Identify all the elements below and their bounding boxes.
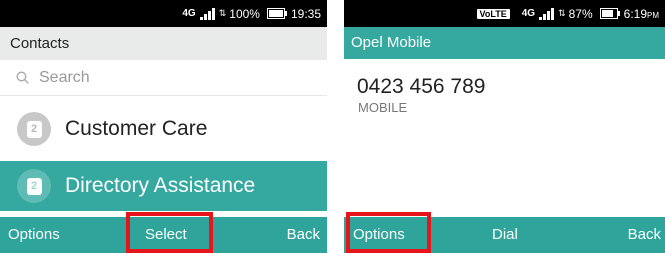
contact-title: Opel Mobile — [344, 27, 665, 59]
data-arrows-icon: ⇅ — [218, 8, 226, 18]
contacts-screen: 4G ⇅ 100% 19:35 Contacts Search 2 Custom… — [0, 0, 327, 253]
options-softkey[interactable]: Options — [8, 217, 60, 253]
contact-item-directory-assistance[interactable]: 2 Directory Assistance — [0, 161, 327, 211]
back-softkey[interactable]: Back — [287, 217, 320, 253]
softkey-bar: Options Dial Back — [344, 217, 665, 253]
search-icon — [16, 71, 29, 84]
battery-icon — [599, 8, 620, 19]
clock-ampm: PM — [647, 10, 659, 20]
battery-percent: 100% — [229, 6, 260, 21]
dial-softkey[interactable]: Dial — [492, 217, 518, 253]
phone-number[interactable]: 0423 456 789 — [357, 75, 485, 99]
number-type-label: MOBILE — [358, 100, 408, 115]
contact-avatar: 2 — [17, 169, 51, 203]
contact-avatar: 2 — [17, 112, 51, 146]
data-arrows-icon: ⇅ — [558, 8, 565, 18]
battery-percent: 87% — [568, 6, 593, 21]
contact-name: Directory Assistance — [65, 174, 256, 197]
status-bar: VoLTE 4G ⇅ 87% 6:19PM — [344, 0, 665, 27]
search-placeholder: Search — [39, 68, 90, 86]
clock: 19:35 — [290, 6, 321, 21]
sim-2-icon: 2 — [26, 120, 42, 138]
sim-2-icon: 2 — [26, 177, 42, 195]
signal-icon — [199, 7, 215, 20]
volte-badge: VoLTE — [476, 8, 510, 19]
network-type: 4G — [521, 8, 536, 19]
network-type: 4G — [182, 8, 196, 19]
contact-item-customer-care[interactable]: 2 Customer Care — [0, 104, 327, 154]
status-bar: 4G ⇅ 100% 19:35 — [0, 0, 327, 27]
signal-icon — [539, 7, 555, 20]
back-softkey[interactable]: Back — [628, 217, 661, 253]
contact-name: Customer Care — [65, 117, 208, 140]
clock: 6:19 — [623, 6, 647, 21]
select-softkey[interactable]: Select — [145, 217, 187, 253]
contact-detail-screen: VoLTE 4G ⇅ 87% 6:19PM Opel Mobile 0423 4… — [344, 0, 665, 253]
search-field[interactable]: Search — [0, 60, 327, 96]
softkey-bar: Options Select Back — [0, 217, 327, 253]
page-title: Contacts — [0, 27, 327, 60]
battery-icon — [266, 8, 287, 19]
options-softkey[interactable]: Options — [353, 217, 405, 253]
